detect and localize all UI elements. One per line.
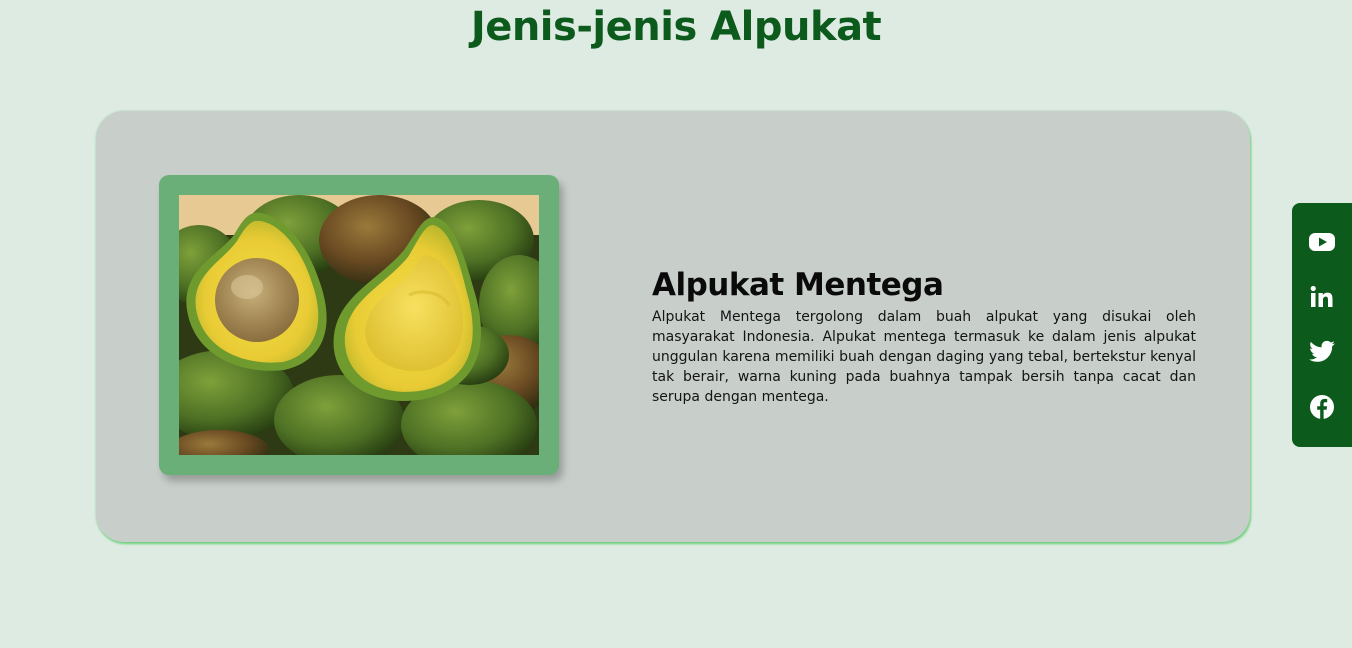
page-title: Jenis-jenis Alpukat	[470, 4, 882, 50]
avocado-image	[179, 195, 539, 455]
linkedin-link[interactable]	[1308, 283, 1336, 311]
avocado-card: Alpukat Mentega Alpukat Mentega tergolon…	[96, 111, 1250, 542]
image-frame	[159, 175, 559, 475]
social-sidebar	[1292, 203, 1352, 447]
linkedin-icon	[1310, 285, 1333, 307]
youtube-icon	[1309, 233, 1335, 251]
avocado-title: Alpukat Mentega	[652, 267, 944, 303]
card-text: Alpukat Mentega Alpukat Mentega tergolon…	[652, 267, 1196, 407]
twitter-link[interactable]	[1308, 338, 1336, 366]
youtube-link[interactable]	[1308, 228, 1336, 256]
twitter-icon	[1309, 340, 1335, 362]
facebook-icon	[1310, 395, 1334, 419]
avocado-description: Alpukat Mentega tergolong dalam buah alp…	[652, 309, 1196, 405]
facebook-link[interactable]	[1308, 393, 1336, 421]
